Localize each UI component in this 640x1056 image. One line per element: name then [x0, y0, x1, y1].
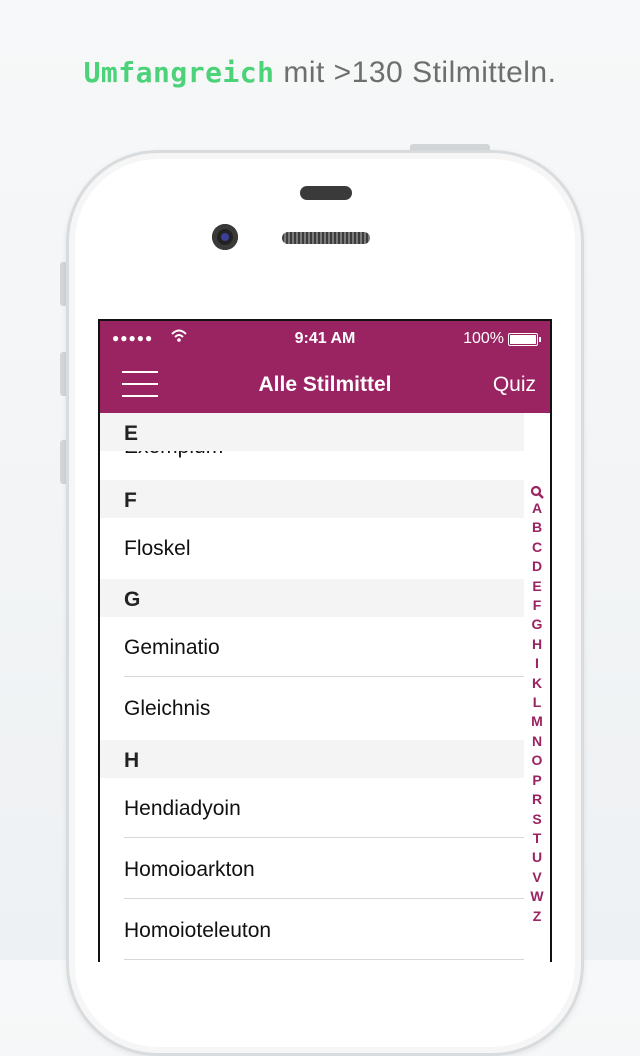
index-letter-v[interactable]: V — [529, 868, 545, 887]
list-item[interactable]: Hendiadyoin — [100, 778, 524, 838]
headline: Umfangreich mit >130 Stilmitteln. — [0, 56, 640, 90]
section-header-h: H — [100, 740, 524, 778]
list-item-label: Homoioteleuton — [124, 919, 272, 942]
stilmittel-list: Exemplum E F Floskel G Geminatio Gleichn… — [100, 413, 550, 962]
list-item[interactable]: Geminatio — [100, 617, 524, 677]
list-item-label: Homoioarkton — [124, 858, 255, 881]
index-letter-e[interactable]: E — [529, 577, 545, 596]
index-letter-g[interactable]: G — [529, 615, 545, 634]
app-screen: ●●●●● 9:41 AM 100% Alle Stilmittel Quiz … — [98, 319, 552, 962]
row-separator — [124, 676, 524, 677]
search-icon[interactable] — [530, 485, 544, 499]
front-camera — [212, 224, 238, 250]
index-letter-c[interactable]: C — [529, 538, 545, 557]
row-separator — [124, 898, 524, 899]
earpiece-speaker — [282, 232, 370, 244]
headline-rest: mit >130 Stilmitteln. — [274, 56, 557, 89]
list-item-label: Geminatio — [124, 636, 220, 659]
page-title: Alle Stilmittel — [258, 373, 392, 396]
index-letter-d[interactable]: D — [529, 557, 545, 576]
status-bar: ●●●●● 9:41 AM 100% — [100, 321, 550, 357]
quiz-button[interactable]: Quiz — [493, 373, 536, 397]
list-item-label: Floskel — [124, 537, 191, 560]
index-letter-m[interactable]: M — [529, 712, 545, 731]
battery-percentage: 100% — [463, 330, 504, 347]
index-letter-n[interactable]: N — [529, 732, 545, 751]
list-item-label: Gleichnis — [124, 697, 211, 720]
index-letter-f[interactable]: F — [529, 596, 545, 615]
index-letter-t[interactable]: T — [529, 829, 545, 848]
row-separator — [124, 837, 524, 838]
index-letter-p[interactable]: P — [529, 771, 545, 790]
index-letter-h[interactable]: H — [529, 635, 545, 654]
index-letter-i[interactable]: I — [529, 654, 545, 673]
index-letter-k[interactable]: K — [529, 674, 545, 693]
section-header-g: G — [100, 579, 524, 617]
battery-icon — [508, 333, 541, 346]
list-item[interactable]: Homoioteleuton — [100, 900, 524, 960]
section-index: ABCDEFGHIKLMNOPRSTUVWZ — [529, 485, 545, 926]
index-letter-b[interactable]: B — [529, 518, 545, 537]
index-letter-l[interactable]: L — [529, 693, 545, 712]
list-item[interactable]: Gleichnis — [100, 678, 524, 738]
headline-strong: Umfangreich — [83, 56, 275, 89]
index-letter-z[interactable]: Z — [529, 907, 545, 926]
list-item[interactable]: Homoioarkton — [100, 839, 524, 899]
index-letter-o[interactable]: O — [529, 751, 545, 770]
list-item[interactable]: Floskel — [100, 518, 524, 578]
index-letter-a[interactable]: A — [529, 499, 545, 518]
navigation-bar: Alle Stilmittel Quiz — [100, 357, 550, 413]
section-header-e: E — [100, 413, 524, 451]
list-item-label: Hendiadyoin — [124, 797, 241, 820]
index-letter-s[interactable]: S — [529, 810, 545, 829]
section-header-f: F — [100, 480, 524, 518]
index-letter-r[interactable]: R — [529, 790, 545, 809]
index-letter-u[interactable]: U — [529, 848, 545, 867]
index-letter-w[interactable]: W — [529, 887, 545, 906]
proximity-sensor — [300, 186, 352, 200]
